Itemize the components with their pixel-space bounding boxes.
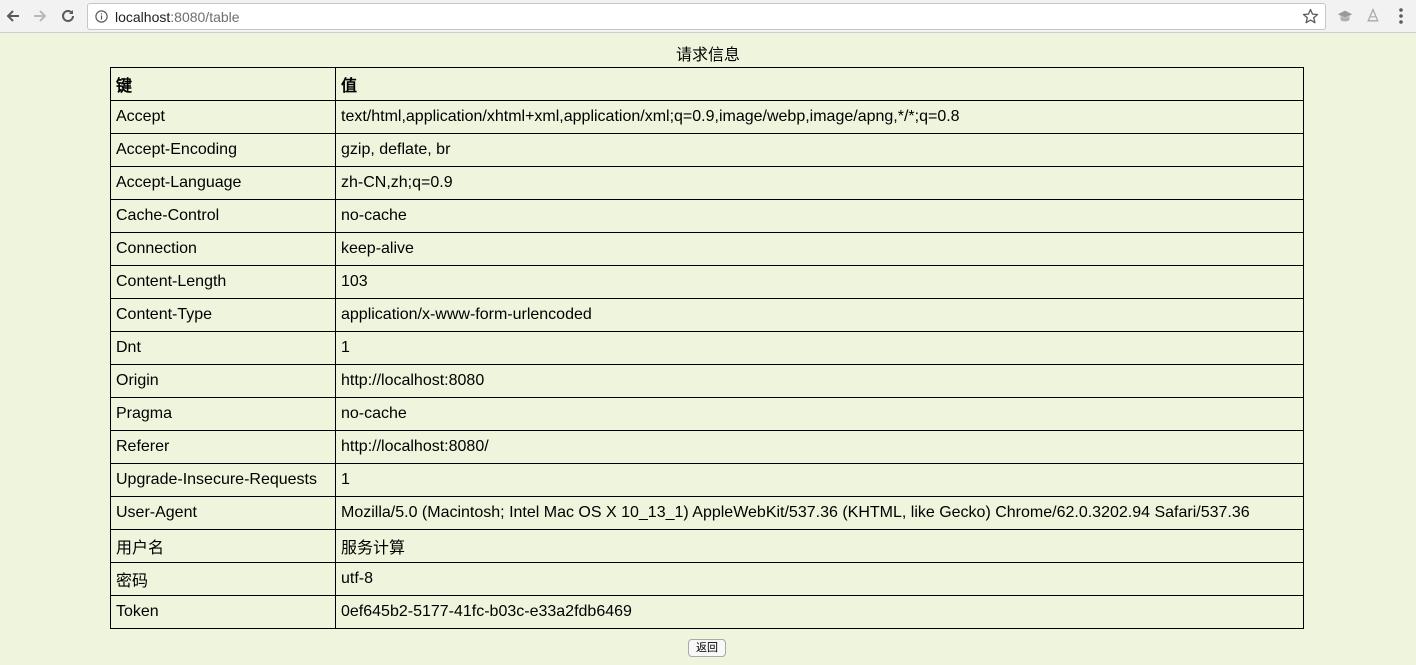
row-value: keep-alive xyxy=(335,232,1304,266)
row-key: Accept-Encoding xyxy=(110,133,336,167)
table-row: 密码 utf-8 xyxy=(110,562,1304,596)
url-text[interactable]: localhost:8080/table xyxy=(115,9,240,25)
table-row: Cache-Control no-cache xyxy=(110,199,1304,233)
row-value: Mozilla/5.0 (Macintosh; Intel Mac OS X 1… xyxy=(335,496,1304,530)
header-key: 键 xyxy=(110,67,336,101)
row-key: Token xyxy=(110,595,336,629)
row-value: 103 xyxy=(335,265,1304,299)
table-row: Accept text/html,application/xhtml+xml,ap… xyxy=(110,100,1304,134)
row-value: 服务计算 xyxy=(335,529,1304,563)
table-row: User-Agent Mozilla/5.0 (Macintosh; Intel … xyxy=(110,496,1304,530)
table-header-row: 键 值 xyxy=(110,67,1304,101)
table-row: 用户名 服务计算 xyxy=(110,529,1304,563)
row-key: Origin xyxy=(110,364,336,398)
row-value: zh-CN,zh;q=0.9 xyxy=(335,166,1304,200)
row-key: Content-Type xyxy=(110,298,336,332)
row-value: application/x-www-form-urlencoded xyxy=(335,298,1304,332)
table-caption: 请求信息 xyxy=(675,47,740,64)
row-key: Dnt xyxy=(110,331,336,365)
back-button[interactable]: 返回 xyxy=(688,639,726,657)
kebab-menu-icon[interactable] xyxy=(1392,6,1410,26)
row-value: text/html,application/xhtml+xml,applicat… xyxy=(335,100,1304,134)
row-value: utf-8 xyxy=(335,562,1304,596)
row-key: Referer xyxy=(110,430,336,464)
arrow-left-icon[interactable] xyxy=(2,5,24,27)
row-value: 1 xyxy=(335,331,1304,365)
table-row: Connection keep-alive xyxy=(110,232,1304,266)
table-row: Upgrade-Insecure-Requests 1 xyxy=(110,463,1304,497)
table-row: Origin http://localhost:8080 xyxy=(110,364,1304,398)
table-row: Dnt 1 xyxy=(110,331,1304,365)
row-key: Cache-Control xyxy=(110,199,336,233)
row-key: User-Agent xyxy=(110,496,336,530)
row-value: http://localhost:8080/ xyxy=(335,430,1304,464)
arrow-right-icon[interactable] xyxy=(29,5,51,27)
info-icon[interactable] xyxy=(95,10,108,23)
table-row: Content-Type application/x-www-form-urlen… xyxy=(110,298,1304,332)
address-bar[interactable]: localhost:8080/table xyxy=(87,3,1326,30)
extension-icon[interactable] xyxy=(1363,6,1383,26)
browser-toolbar: localhost:8080/table xyxy=(0,0,1416,33)
table-row: Content-Length 103 xyxy=(110,265,1304,299)
header-value: 值 xyxy=(335,67,1304,101)
row-key: Content-Length xyxy=(110,265,336,299)
reload-icon[interactable] xyxy=(57,5,79,27)
table-row: Pragma no-cache xyxy=(110,397,1304,431)
request-info-table: 键 值 Accept text/html,application/xhtml+xm… xyxy=(110,67,1304,629)
table-row: Accept-Encoding gzip, deflate, br xyxy=(110,133,1304,167)
row-value: 0ef645b2-5177-41fc-b03c-e33a2fdb6469 xyxy=(335,595,1304,629)
row-key: Accept-Language xyxy=(110,166,336,200)
row-key: Connection xyxy=(110,232,336,266)
row-value: no-cache xyxy=(335,199,1304,233)
url-path: :8080/table xyxy=(170,9,240,25)
star-icon[interactable] xyxy=(1302,8,1319,25)
extension-icon[interactable] xyxy=(1335,6,1355,26)
url-host: localhost xyxy=(115,9,171,25)
table-row: Token 0ef645b2-5177-41fc-b03c-e33a2fdb646… xyxy=(110,595,1304,629)
row-value: http://localhost:8080 xyxy=(335,364,1304,398)
row-value: 1 xyxy=(335,463,1304,497)
table-row: Referer http://localhost:8080/ xyxy=(110,430,1304,464)
row-key: Upgrade-Insecure-Requests xyxy=(110,463,336,497)
row-key: Accept xyxy=(110,100,336,134)
row-key: 密码 xyxy=(110,562,336,596)
row-value: gzip, deflate, br xyxy=(335,133,1304,167)
table-row: Accept-Language zh-CN,zh;q=0.9 xyxy=(110,166,1304,200)
row-value: no-cache xyxy=(335,397,1304,431)
row-key: 用户名 xyxy=(110,529,336,563)
row-key: Pragma xyxy=(110,397,336,431)
